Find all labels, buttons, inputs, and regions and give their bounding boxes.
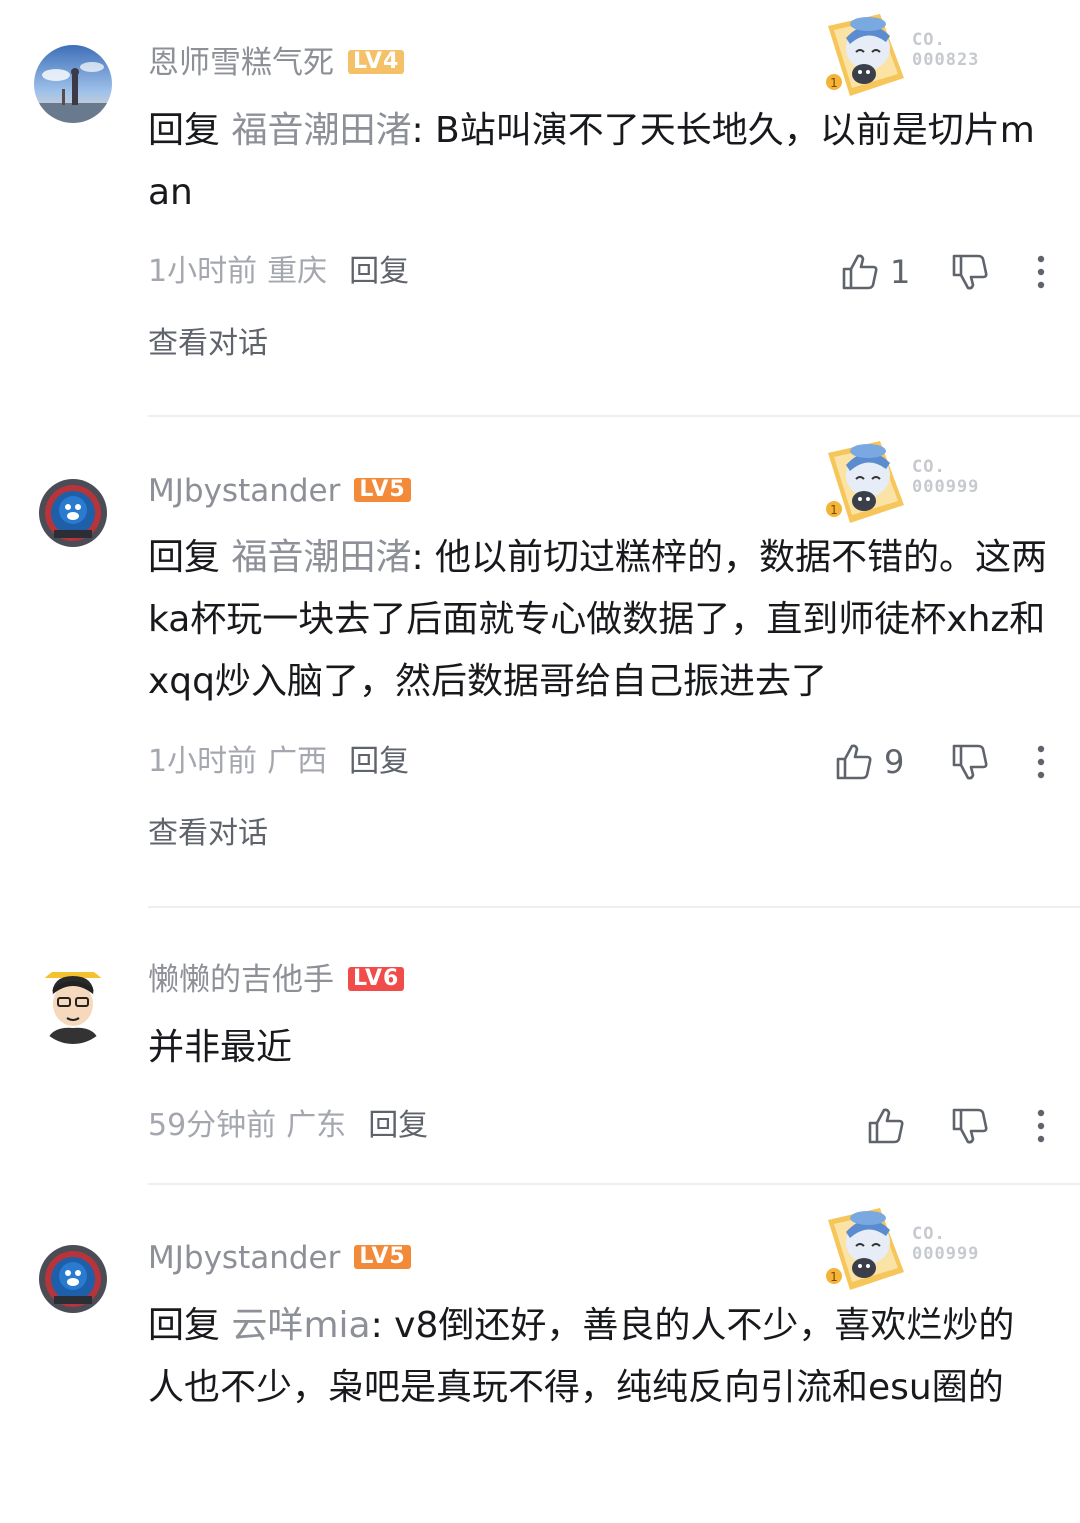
username[interactable]: MJbystander LV5: [148, 1238, 411, 1278]
username-text[interactable]: 恩师雪糕气死: [148, 45, 334, 81]
comment-meta: 1小时前 广西 回复: [148, 742, 409, 782]
level-badge: LV5: [354, 1244, 411, 1269]
svg-text:1: 1: [830, 503, 838, 517]
comment-content: 并非最近: [148, 1017, 1048, 1079]
fan-badge-id: 000999: [912, 477, 980, 497]
comment-actions: 1: [820, 250, 1080, 294]
reply-target-user[interactable]: 福音潮田渚: [231, 537, 411, 578]
comment-meta: 59分钟前 广东 回复: [148, 1106, 428, 1146]
reply-button[interactable]: 回复: [368, 1108, 428, 1143]
reply-prefix: 回复: [148, 537, 221, 578]
comment-time: 1小时前: [148, 254, 258, 289]
comment-time: 59分钟前: [148, 1108, 277, 1143]
comment-actions: [820, 1104, 1080, 1148]
like-count: 1: [890, 253, 911, 291]
fan-badge-number: CO. 000999: [912, 457, 979, 497]
username[interactable]: MJbystander LV5: [148, 471, 411, 511]
comment-actions: 9: [820, 740, 1080, 784]
avatar[interactable]: [34, 966, 112, 1044]
username-text[interactable]: MJbystander: [148, 1240, 340, 1276]
comment-item: MJbystander LV5 1 CO. 000999 回复 福音潮田渚: 他以…: [0, 430, 1080, 900]
more-options-icon[interactable]: [1028, 1106, 1054, 1146]
comment-item: MJbystander LV5 1 CO. 000999 回复 云咩mia: v8…: [0, 1197, 1080, 1523]
reply-target-user[interactable]: 福音潮田渚: [231, 110, 411, 151]
reply-prefix: 回复: [148, 110, 221, 151]
like-button[interactable]: 9: [834, 740, 904, 784]
avatar[interactable]: [34, 45, 112, 123]
fan-badge[interactable]: 1 CO. 000999: [820, 435, 1000, 531]
thumbs-up-icon: [842, 254, 878, 290]
thumbs-up-icon: [836, 744, 872, 780]
like-button[interactable]: 1: [840, 250, 910, 294]
level-badge: LV6: [348, 966, 405, 991]
thumbs-up-icon: [868, 1108, 904, 1144]
fan-badge-id: 000999: [912, 1244, 980, 1264]
thumbs-down-icon[interactable]: [950, 742, 990, 782]
divider: [148, 906, 1080, 908]
more-options-icon[interactable]: [1028, 742, 1054, 782]
comment-time: 1小时前: [148, 744, 258, 779]
comment-item: 懒懒的吉他手 LV6 并非最近 59分钟前 广东 回复: [0, 920, 1080, 1182]
avatar[interactable]: [34, 474, 112, 552]
username-text[interactable]: 懒懒的吉他手: [148, 962, 334, 998]
reply-prefix: 回复: [148, 1305, 221, 1346]
fan-badge-prefix: CO.: [912, 1224, 946, 1244]
fan-badge-prefix: CO.: [912, 30, 946, 50]
like-button[interactable]: [866, 1104, 916, 1148]
view-conversation-link[interactable]: 查看对话: [148, 814, 268, 854]
fan-badge[interactable]: 1 CO. 000823: [820, 8, 1000, 104]
reply-target-user[interactable]: 云咩mia: [231, 1305, 370, 1346]
comment-item: 恩师雪糕气死 LV4 1 CO. 000823 回复 福音潮田渚: B站叫演不了天…: [0, 0, 1080, 410]
avatar[interactable]: [34, 1240, 112, 1318]
like-count: 9: [884, 743, 905, 781]
more-options-icon[interactable]: [1028, 252, 1054, 292]
fan-badge-number: CO. 000823: [912, 30, 979, 70]
divider: [148, 415, 1080, 417]
comment-meta: 1小时前 重庆 回复: [148, 252, 409, 292]
reply-button[interactable]: 回复: [349, 254, 409, 289]
username-text[interactable]: MJbystander: [148, 473, 340, 509]
fan-badge-icon: 1: [826, 1208, 904, 1290]
fan-badge[interactable]: 1 CO. 000999: [820, 1202, 1000, 1298]
svg-text:1: 1: [830, 1270, 838, 1284]
fan-badge-prefix: CO.: [912, 457, 946, 477]
thumbs-down-icon[interactable]: [950, 252, 990, 292]
comment-text: 并非最近: [148, 1027, 293, 1068]
fan-badge-number: CO. 000999: [912, 1224, 979, 1264]
view-conversation-link[interactable]: 查看对话: [148, 324, 268, 364]
username[interactable]: 恩师雪糕气死 LV4: [148, 43, 405, 83]
username[interactable]: 懒懒的吉他手 LV6: [148, 960, 405, 1000]
thumbs-down-icon[interactable]: [950, 1106, 990, 1146]
comment-location: 重庆: [267, 254, 328, 289]
fan-badge-icon: 1: [826, 14, 904, 96]
comment-location: 广东: [286, 1108, 347, 1143]
comment-location: 广西: [267, 744, 328, 779]
comment-content: 回复 云咩mia: v8倒还好，善良的人不少，喜欢烂炒的人也不少，枭吧是真玩不得…: [148, 1295, 1048, 1419]
fan-badge-icon: 1: [826, 441, 904, 523]
divider: [148, 1183, 1080, 1185]
svg-text:1: 1: [830, 76, 838, 90]
comment-content: 回复 福音潮田渚: B站叫演不了天长地久，以前是切片man: [148, 100, 1048, 224]
reply-button[interactable]: 回复: [349, 744, 409, 779]
level-badge: LV4: [348, 49, 405, 74]
comment-content: 回复 福音潮田渚: 他以前切过糕梓的，数据不错的。这两ka杯玩一块去了后面就专心…: [148, 527, 1048, 713]
fan-badge-id: 000823: [912, 50, 980, 70]
level-badge: LV5: [354, 477, 411, 502]
